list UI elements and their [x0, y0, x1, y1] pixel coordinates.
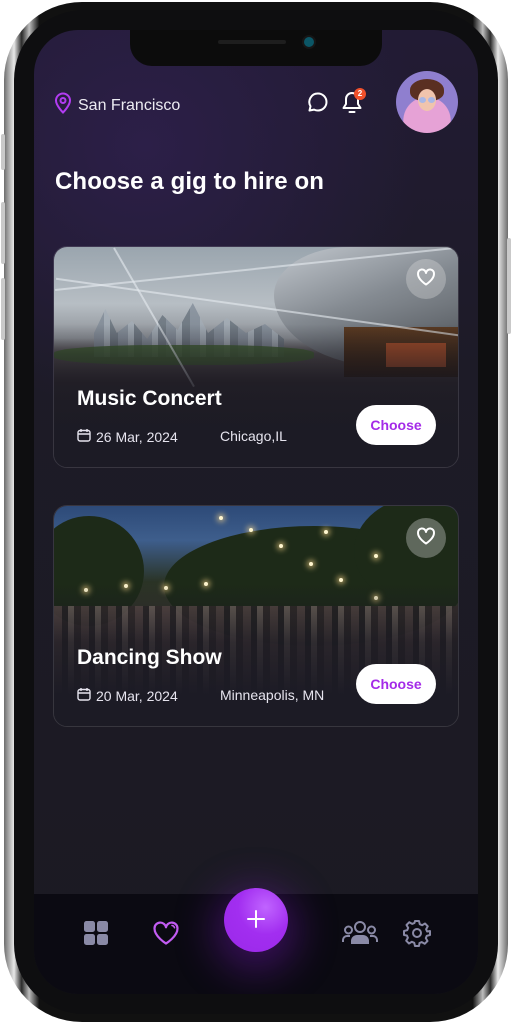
location-selector[interactable]: San Francisco — [54, 92, 180, 119]
front-camera — [304, 37, 314, 47]
notification-badge: 2 — [354, 88, 366, 100]
nav-settings[interactable] — [402, 919, 432, 952]
notifications-button[interactable]: 2 — [340, 88, 366, 116]
chat-button[interactable] — [306, 90, 332, 116]
heart-icon — [152, 920, 180, 951]
gig-location: Chicago,IL — [220, 428, 287, 444]
nav-favorites[interactable] — [151, 920, 181, 950]
gear-icon — [403, 919, 431, 952]
calendar-icon — [77, 428, 91, 445]
favorite-button[interactable] — [406, 518, 446, 558]
location-pin-icon — [54, 92, 72, 119]
gig-date-text: 26 Mar, 2024 — [96, 428, 178, 445]
header: San Francisco 2 — [34, 70, 478, 140]
choose-button[interactable]: Choose — [356, 664, 436, 704]
power-button — [507, 238, 511, 334]
favorite-button[interactable] — [406, 259, 446, 299]
bell-icon — [340, 92, 364, 120]
gig-card[interactable]: Music Concert 26 Mar, 2024 Chicago,IL Ch… — [53, 246, 459, 468]
grid-icon — [83, 920, 109, 951]
volume-up-button — [1, 202, 5, 264]
avatar-glasses — [419, 97, 426, 103]
avatar[interactable] — [396, 71, 458, 133]
users-group-icon — [341, 920, 379, 951]
heart-icon — [416, 527, 436, 550]
heart-icon — [416, 268, 436, 291]
gig-date: 20 Mar, 2024 — [77, 687, 178, 704]
chat-bubble-icon — [306, 92, 330, 118]
location-label: San Francisco — [78, 96, 181, 114]
gig-date: 26 Mar, 2024 — [77, 428, 178, 445]
gig-card[interactable]: Dancing Show 20 Mar, 2024 Minneapolis, M… — [53, 505, 459, 727]
avatar-glasses — [428, 97, 435, 103]
gig-title: Dancing Show — [77, 646, 222, 669]
notch — [130, 30, 382, 66]
gig-location: Minneapolis, MN — [220, 687, 325, 703]
add-gig-button[interactable] — [224, 888, 288, 952]
nav-community[interactable] — [340, 920, 380, 950]
nav-dashboard[interactable] — [81, 920, 111, 950]
app-screen: San Francisco 2 Choose a gig to hire on — [34, 30, 478, 994]
calendar-icon — [77, 687, 91, 704]
gig-title: Music Concert — [77, 387, 222, 410]
plus-icon — [246, 909, 266, 932]
mute-switch — [1, 134, 5, 170]
speaker — [218, 40, 286, 44]
choose-button[interactable]: Choose — [356, 405, 436, 445]
page-title: Choose a gig to hire on — [55, 168, 324, 195]
volume-down-button — [1, 278, 5, 340]
gig-date-text: 20 Mar, 2024 — [96, 687, 178, 704]
